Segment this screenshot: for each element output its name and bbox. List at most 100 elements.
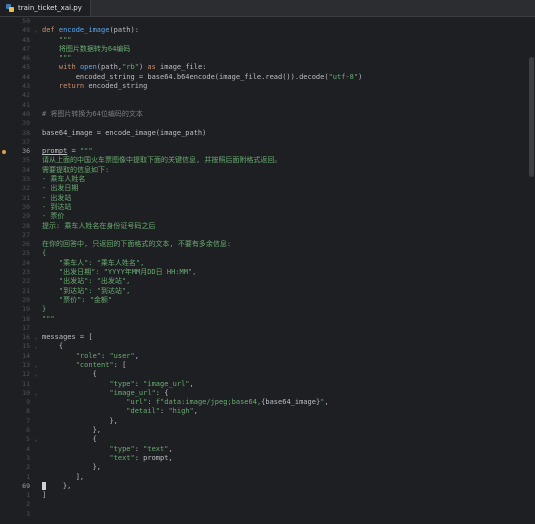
line-number[interactable]: 43 <box>0 82 32 91</box>
line-number[interactable]: 30 <box>0 203 32 212</box>
code-line[interactable]: 18 """ <box>0 315 535 324</box>
line-number[interactable]: 18 <box>0 315 32 324</box>
line-number[interactable]: 17 <box>0 324 32 333</box>
code-line[interactable]: 15 ⌄ { <box>0 342 535 351</box>
line-number[interactable]: 33 <box>0 175 32 184</box>
line-number[interactable]: 8 <box>0 407 32 416</box>
code-line[interactable]: 49 ⌄ def encode_image(path): <box>0 26 535 35</box>
line-number[interactable]: 4 <box>0 445 32 454</box>
code-line[interactable]: 69 }, <box>0 481 535 491</box>
line-number[interactable]: 26 <box>0 240 32 249</box>
code-line[interactable]: 20 "票价": "金额" <box>0 296 535 305</box>
line-number[interactable]: 3 <box>0 454 32 463</box>
line-number[interactable]: 46 <box>0 54 32 63</box>
line-number[interactable]: 9 <box>0 398 32 407</box>
line-number[interactable]: 37 <box>0 138 32 147</box>
code-line[interactable]: 45 with open(path,"rb") as image_file: <box>0 63 535 72</box>
line-number[interactable]: 45 <box>0 63 32 72</box>
code-line[interactable]: 48 """ <box>0 36 535 45</box>
code-line[interactable]: 14 "role": "user", <box>0 352 535 361</box>
code-line[interactable]: 26 在你的回答中, 只返回的下面格式的文本, 不要有多余信息: <box>0 240 535 249</box>
code-line[interactable]: 2 }, <box>0 463 535 472</box>
line-number[interactable]: 16 <box>0 333 32 342</box>
line-number[interactable]: 13 <box>0 361 32 370</box>
line-number[interactable]: 48 <box>0 36 32 45</box>
code-line[interactable]: 40 # 将图片转换为64位编码的文本 <box>0 110 535 119</box>
code-line[interactable]: 23 "出发日期": "YYYY年MM月DD日 HH:MM", <box>0 268 535 277</box>
code-line[interactable]: 32 - 出发日期 <box>0 184 535 193</box>
code-line[interactable]: 28 提示: 乘车人姓名在身份证号码之后 <box>0 222 535 231</box>
line-number[interactable]: 44 <box>0 73 32 82</box>
code-line[interactable]: 21 "到达站": "到达站", <box>0 287 535 296</box>
line-number[interactable]: 2 <box>0 463 32 472</box>
code-line[interactable]: 35 请从上面的中国火车票图像中提取下面的关键信息, 并按照后面附格式返回。 <box>0 156 535 165</box>
line-number[interactable]: 41 <box>0 101 32 110</box>
code-line[interactable]: 17 <box>0 324 535 333</box>
line-number[interactable]: 47 <box>0 45 32 54</box>
line-number[interactable]: 32 <box>0 184 32 193</box>
fold-toggle-icon[interactable]: ⌄ <box>32 26 40 35</box>
code-line[interactable]: 3 <box>0 510 535 519</box>
code-line[interactable]: 44 encoded_string = base64.b64encode(ima… <box>0 73 535 82</box>
code-line[interactable]: 7 }, <box>0 417 535 426</box>
code-line[interactable]: 16 ⌄ messages = [ <box>0 333 535 342</box>
line-number[interactable]: 35 <box>0 156 32 165</box>
line-number[interactable]: 31 <box>0 194 32 203</box>
code-line[interactable]: 6 }, <box>0 426 535 435</box>
line-number[interactable]: 29 <box>0 212 32 221</box>
code-line[interactable]: 47 将图片数据转为64编码 <box>0 45 535 54</box>
line-number[interactable]: 49 <box>0 26 32 35</box>
code-line[interactable]: 1 ], <box>0 473 535 482</box>
line-number[interactable]: 24 <box>0 259 32 268</box>
line-number[interactable]: 10 <box>0 389 32 398</box>
code-line[interactable]: 37 <box>0 138 535 147</box>
fold-toggle-icon[interactable]: ⌄ <box>32 389 40 398</box>
code-line[interactable]: 25 { <box>0 249 535 258</box>
line-number[interactable]: 28 <box>0 222 32 231</box>
code-line[interactable]: 8 "detail": "high", <box>0 407 535 416</box>
fold-toggle-icon[interactable]: ⌄ <box>32 333 40 342</box>
line-number[interactable]: 15 <box>0 342 32 351</box>
line-number[interactable]: 50 <box>0 17 32 26</box>
code-line[interactable]: 13 ⌄ "content": [ <box>0 361 535 370</box>
line-number[interactable]: 27 <box>0 231 32 240</box>
code-line[interactable]: 4 "type": "text", <box>0 445 535 454</box>
line-number[interactable]: 5 <box>0 435 32 444</box>
line-number[interactable]: 2 <box>0 500 32 509</box>
file-tab[interactable]: train_ticket_xai.py <box>0 0 91 16</box>
line-number[interactable]: 36 <box>0 147 32 156</box>
line-number[interactable]: 21 <box>0 287 32 296</box>
line-number[interactable]: 40 <box>0 110 32 119</box>
fold-toggle-icon[interactable]: ⌄ <box>32 435 40 444</box>
code-line[interactable]: 43 return encoded_string <box>0 82 535 91</box>
code-editor[interactable]: 50 49 ⌄ def encode_image(path): 48 """ 47 将图片… <box>0 17 535 524</box>
code-line[interactable]: 34 需要提取的信息如下: <box>0 166 535 175</box>
code-line[interactable]: 38 base64_image = encode_image(image_path… <box>0 129 535 138</box>
code-line[interactable]: 30 - 到达站 <box>0 203 535 212</box>
code-line[interactable]: 33 - 乘车人姓名 <box>0 175 535 184</box>
line-number[interactable]: 11 <box>0 380 32 389</box>
line-number[interactable]: 1 <box>0 473 32 482</box>
code-line[interactable]: 2 <box>0 500 535 509</box>
line-number[interactable]: 3 <box>0 510 32 519</box>
line-number[interactable]: 7 <box>0 417 32 426</box>
code-line[interactable]: 24 "乘车人": "乘车人姓名", <box>0 259 535 268</box>
code-line[interactable]: 9 "url": f"data:image/jpeg;base64,{base6… <box>0 398 535 407</box>
line-number[interactable]: 39 <box>0 119 32 128</box>
line-number[interactable]: 19 <box>0 305 32 314</box>
code-line[interactable]: 11 "type": "image_url", <box>0 380 535 389</box>
breakpoint-marker-icon[interactable] <box>2 149 6 154</box>
line-number[interactable]: 34 <box>0 166 32 175</box>
code-line[interactable]: 29 - 票价 <box>0 212 535 221</box>
scrollbar-thumb[interactable] <box>529 57 534 177</box>
line-number[interactable]: 38 <box>0 129 32 138</box>
code-line[interactable]: 27 <box>0 231 535 240</box>
code-line[interactable]: 12 ⌄ { <box>0 370 535 379</box>
line-number[interactable]: 1 <box>0 491 32 500</box>
fold-toggle-icon[interactable]: ⌄ <box>32 370 40 379</box>
code-line[interactable]: 42 <box>0 91 535 100</box>
code-line[interactable]: 41 <box>0 101 535 110</box>
line-number[interactable]: 23 <box>0 268 32 277</box>
line-number[interactable]: 14 <box>0 352 32 361</box>
fold-toggle-icon[interactable]: ⌄ <box>32 342 40 351</box>
